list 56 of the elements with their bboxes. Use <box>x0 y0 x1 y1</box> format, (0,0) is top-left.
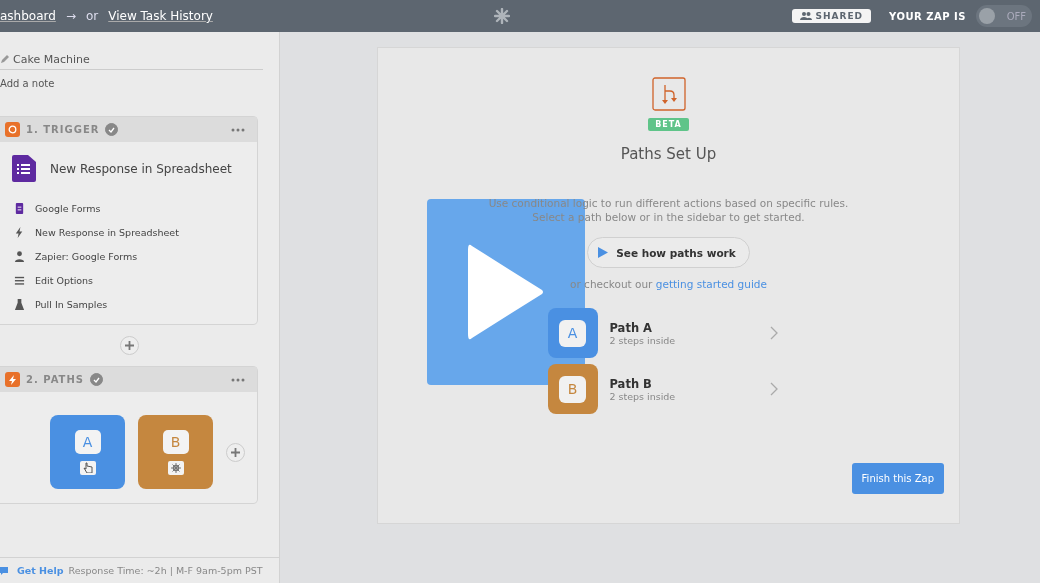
response-time-text: Response Time: ~2h | M-F 9am-5pm PST <box>68 565 263 576</box>
video-button[interactable]: See how paths work <box>587 237 750 268</box>
shared-label: SHARED <box>815 11 864 21</box>
path-letter: A <box>559 319 586 347</box>
more-icon[interactable] <box>231 127 245 132</box>
step-detail-item[interactable]: Google Forms <box>35 202 101 214</box>
more-icon[interactable] <box>231 377 245 382</box>
people-icon <box>799 12 812 20</box>
dashboard-link[interactable]: ashboard <box>0 9 56 23</box>
add-note-link[interactable]: Add a note <box>0 78 263 89</box>
person-icon <box>14 250 25 262</box>
path-row[interactable]: B Path B 2 steps inside <box>547 364 778 414</box>
play-icon <box>468 242 544 342</box>
plus-icon <box>124 341 134 350</box>
chevron-right-icon <box>769 326 778 340</box>
path-letter: B <box>162 429 189 454</box>
breadcrumb-arrow: → <box>65 9 76 23</box>
path-name: Path B <box>609 376 653 391</box>
task-history-link[interactable]: View Task History <box>108 9 213 23</box>
play-icon <box>598 247 609 258</box>
chat-icon <box>0 566 8 575</box>
flask-icon <box>14 298 25 310</box>
lightning-badge-icon <box>5 372 20 387</box>
step-detail-item[interactable]: New Response in Spreadsheet <box>35 226 179 238</box>
paths-split-icon <box>651 77 686 111</box>
step-title: 1. TRIGGER <box>26 124 100 135</box>
zap-name[interactable]: Cake Machine <box>13 53 90 66</box>
forms-app-icon <box>12 155 36 182</box>
shared-badge[interactable]: SHARED <box>791 9 872 23</box>
path-subtitle: 2 steps inside <box>609 334 677 346</box>
path-subtitle: 2 steps inside <box>609 390 677 402</box>
path-row[interactable]: A Path A 2 steps inside <box>547 308 778 358</box>
zap-status-label: YOUR ZAP IS <box>889 10 966 22</box>
trigger-icon <box>5 122 20 137</box>
beta-badge: BETA <box>648 118 689 131</box>
snowflake-icon <box>494 8 511 24</box>
form-icon <box>14 202 25 214</box>
path-letter: A <box>74 429 101 454</box>
app-title: New Response in Spreadsheet <box>50 161 232 176</box>
separator-text: or <box>85 9 99 23</box>
step-detail-item[interactable]: Zapier: Google Forms <box>35 250 138 262</box>
path-name: Path A <box>609 320 653 335</box>
lines-icon <box>14 274 25 286</box>
gear-icon <box>170 462 181 473</box>
chevron-right-icon <box>769 382 778 396</box>
path-letter: B <box>559 375 586 403</box>
add-path-button[interactable] <box>226 442 245 462</box>
card-title: Paths Set Up <box>620 145 717 163</box>
pencil-icon <box>0 55 9 64</box>
hand-pointer-icon <box>82 462 93 473</box>
plus-icon <box>231 447 240 457</box>
step-title: 2. PATHS <box>26 374 84 385</box>
step-detail-item[interactable]: Edit Options <box>35 274 94 286</box>
step-detail-item[interactable]: Pull In Samples <box>35 298 108 310</box>
add-step-button[interactable] <box>119 336 139 355</box>
lightning-icon <box>14 226 25 238</box>
